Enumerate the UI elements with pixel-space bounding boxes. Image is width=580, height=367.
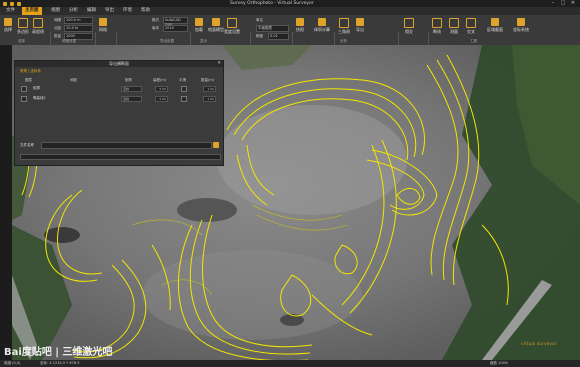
intersect-icon <box>404 18 414 28</box>
header-matrix: 矩阵 <box>125 78 132 82</box>
snapshot-button[interactable]: 快照 <box>296 18 304 33</box>
snapshot-icon <box>296 18 304 26</box>
tab-export[interactable]: 导出 <box>102 7 117 15</box>
load-button[interactable]: 加载 <box>195 18 203 33</box>
window-title: Survey Orthophoto - Virtual Surveyor <box>230 1 314 6</box>
minimize-button[interactable]: – <box>548 0 558 7</box>
cursor-icon <box>4 18 12 26</box>
menu-bar: 文件 主页面 视图 分析 编辑 导出 环境 帮助 <box>0 7 580 15</box>
width-button[interactable]: 宽度设置 <box>224 18 240 35</box>
row1-smooth-checkbox[interactable] <box>181 86 187 92</box>
row2-elevation[interactable]: 5.00 <box>155 96 168 102</box>
cross-icon <box>466 18 476 28</box>
tab-home[interactable]: 主页面 <box>22 7 42 15</box>
width-icon <box>227 18 237 28</box>
contour-button[interactable]: 高程线 <box>32 18 44 35</box>
dialog-title: 导出横断面 <box>15 61 223 67</box>
coord-icon <box>517 18 525 26</box>
export-button[interactable]: 导出 <box>356 18 364 33</box>
row2-checkbox[interactable] <box>21 96 27 102</box>
grid-icon <box>99 18 107 26</box>
undo-icon[interactable] <box>10 1 14 6</box>
tab-help[interactable]: 帮助 <box>138 7 153 15</box>
breakline-button[interactable]: 断线 <box>432 18 442 35</box>
spacing-field[interactable]: 10.0 m <box>64 25 93 32</box>
export-dialog: 导出横断面 ✕ 常规 | 坐标系 图层 间距 矩阵 高程(m) 平滑 数量(m)… <box>14 60 224 166</box>
status-right: 缩放 100% <box>490 361 509 365</box>
status-left: 就绪 (0,0) <box>4 361 21 365</box>
file-label: 文件名称 <box>20 143 34 147</box>
tab-edit[interactable]: 编辑 <box>84 7 99 15</box>
measure-button[interactable]: 测量 <box>449 18 459 35</box>
row2-name: 等高线2 <box>33 96 46 100</box>
tin-button[interactable]: 三角网 <box>338 18 350 35</box>
quick-access-toolbar <box>3 0 21 7</box>
select-button[interactable]: 选择 <box>4 18 12 33</box>
corner-logo: virtual surveyor <box>521 342 557 347</box>
grid-button[interactable]: 网格 <box>99 18 107 33</box>
row1-checkbox[interactable] <box>21 86 27 92</box>
volume-icon <box>318 18 326 26</box>
section-button[interactable]: 区域截面 <box>487 18 503 33</box>
row1-elevation[interactable]: 5.00 <box>155 86 168 92</box>
tab-view[interactable]: 视图 <box>48 7 63 15</box>
format-field[interactable]: AutoCAD DXF <box>163 17 188 27</box>
breakline-icon <box>432 18 442 28</box>
tab-environment[interactable]: 环境 <box>120 7 135 15</box>
status-bar: 就绪 (0,0) 坐标: X 1234.5 Y 678.9 缩放 100% <box>0 360 580 367</box>
coordinate-system-button[interactable]: 坐标系统 <box>513 18 529 33</box>
row1-type-select[interactable]: 直线 <box>121 86 142 92</box>
folder-icon[interactable] <box>213 142 219 148</box>
row2-count[interactable]: 1.00 <box>203 96 216 102</box>
version-field[interactable]: 2010 <box>163 25 188 32</box>
header-elevation: 高程(m) <box>153 78 167 82</box>
unit-field[interactable]: 平面图表 <box>256 25 289 32</box>
header-count: 数量(m) <box>201 78 215 82</box>
status-center: 坐标: X 1234.5 Y 678.9 <box>40 361 80 365</box>
row2-smooth-checkbox[interactable] <box>181 96 187 102</box>
polygon-icon <box>18 18 28 28</box>
precision-field[interactable]: 0.01 <box>268 33 289 40</box>
title-bar: Survey Orthophoto - Virtual Surveyor – □… <box>0 0 580 7</box>
polygon-button[interactable]: 多边形 <box>17 18 29 35</box>
measure-icon <box>449 18 459 28</box>
file-path-input[interactable] <box>41 142 212 149</box>
terrain-icon <box>212 18 220 26</box>
export-icon <box>356 18 364 26</box>
section-icon <box>491 18 499 26</box>
cross-button[interactable]: 交叉 <box>466 18 476 35</box>
row1-count[interactable]: 1.00 <box>203 86 216 92</box>
watermark-text: Bai度贴吧 | 三维激光吧 <box>4 347 113 358</box>
tab-file[interactable]: 文件 <box>3 7 18 15</box>
left-tool-strip <box>0 45 12 360</box>
row1-name: 轮廓 <box>33 86 40 90</box>
dialog-close-button[interactable]: ✕ <box>217 61 221 67</box>
row2-type-select[interactable]: 直线 <box>121 96 142 102</box>
ribbon: 选择 多边形 高程线 间隔 100.0 m 点距 10.0 m 数量 1000 … <box>0 15 580 58</box>
header-smooth: 平滑 <box>179 78 186 82</box>
maximize-button[interactable]: □ <box>558 0 568 7</box>
volume-button[interactable]: 体积计算 <box>314 18 330 33</box>
intersect-button[interactable]: 相交 <box>404 18 414 35</box>
load-icon <box>195 18 203 26</box>
close-button[interactable]: ✕ <box>568 0 578 7</box>
header-layer: 图层 <box>25 78 32 82</box>
redo-icon[interactable] <box>17 1 21 6</box>
header-spacing: 间距 <box>70 78 77 82</box>
tin-icon <box>339 18 349 28</box>
save-icon[interactable] <box>3 1 7 6</box>
dialog-tabs[interactable]: 常规 | 坐标系 <box>20 69 41 74</box>
progress-bar <box>20 154 221 160</box>
contour-icon <box>33 18 43 28</box>
terrain-button[interactable]: 地面模型 <box>208 18 224 33</box>
interval-field[interactable]: 100.0 m <box>64 17 93 24</box>
tab-analyze[interactable]: 分析 <box>66 7 81 15</box>
